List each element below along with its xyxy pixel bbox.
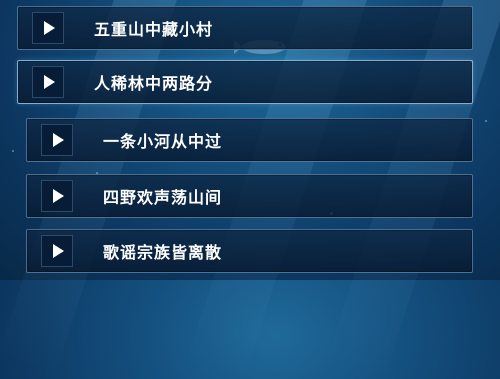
menu-item-1[interactable]: 五重山中藏小村 (17, 6, 473, 50)
play-icon (44, 21, 55, 35)
menu-item-4[interactable]: 四野欢声荡山间 (26, 174, 473, 218)
play-button[interactable] (41, 180, 73, 212)
menu-item-label: 五重山中藏小村 (94, 20, 214, 39)
bubble (485, 120, 487, 122)
play-button[interactable] (41, 124, 73, 156)
play-icon (53, 244, 64, 258)
play-button[interactable] (32, 12, 64, 44)
menu-item-label: 四野欢声荡山间 (103, 188, 223, 207)
menu-item-5[interactable]: 歌谣宗族皆离散 (26, 229, 473, 273)
menu-item-label: 一条小河从中过 (103, 132, 223, 151)
menu-item-label: 歌谣宗族皆离散 (103, 243, 223, 262)
game-screen: { "menu": { "items": [ {"label": "五重山中藏小… (0, 0, 500, 379)
menu-item-label: 人稀林中两路分 (94, 74, 214, 93)
play-icon (44, 75, 55, 89)
menu-item-2[interactable]: 人稀林中两路分 (17, 60, 473, 104)
play-button[interactable] (32, 66, 64, 98)
play-icon (53, 133, 64, 147)
bubble (12, 150, 14, 152)
play-icon (53, 189, 64, 203)
play-button[interactable] (41, 235, 73, 267)
menu-item-3[interactable]: 一条小河从中过 (26, 118, 473, 162)
